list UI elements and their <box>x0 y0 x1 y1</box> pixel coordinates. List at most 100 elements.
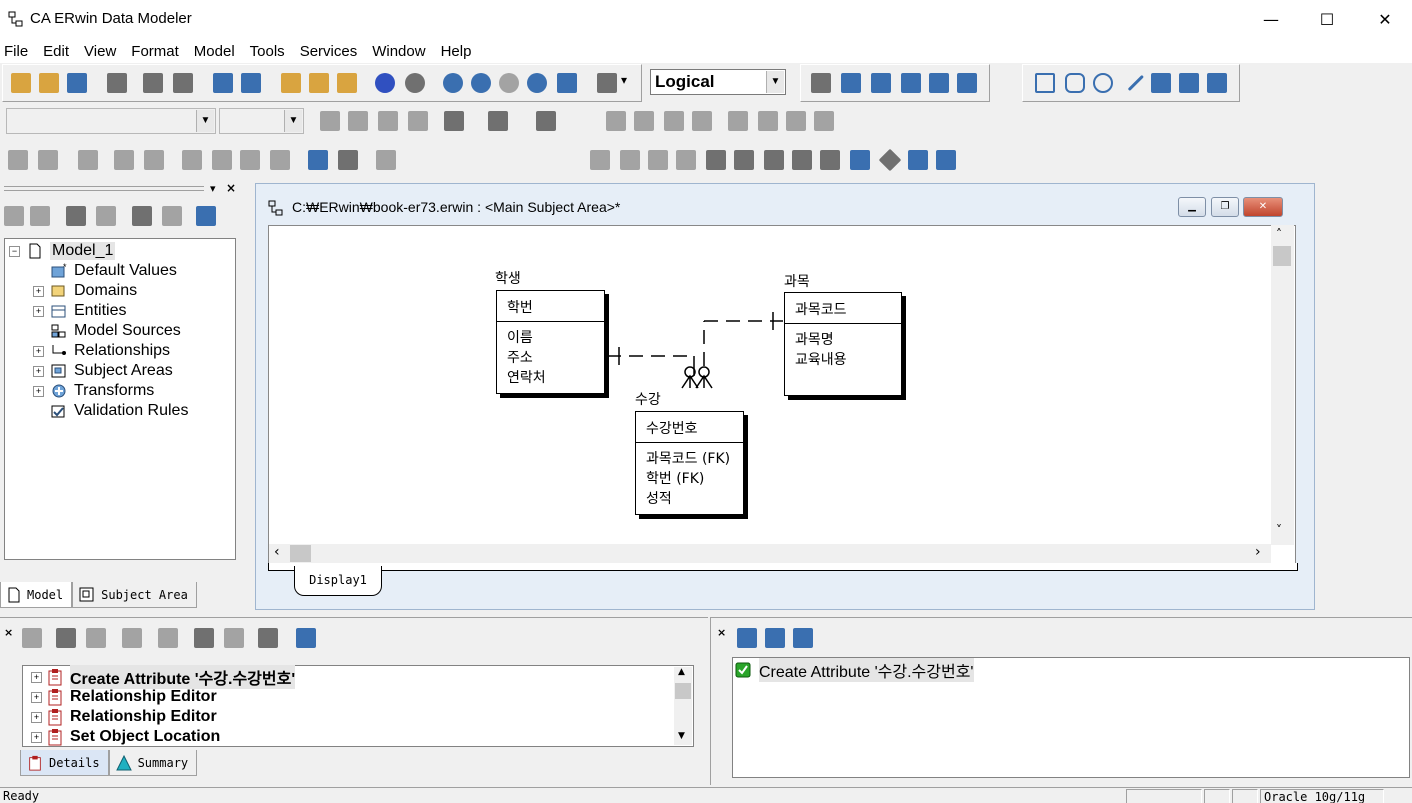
pane-menu-icon[interactable]: ▾ <box>210 182 216 195</box>
action-log-icon[interactable] <box>337 73 357 93</box>
tree-item-domains[interactable]: + Domains <box>33 281 137 301</box>
pane-grip[interactable] <box>4 186 204 191</box>
expand-icon[interactable]: + <box>33 385 44 397</box>
entity-tool-icon[interactable] <box>841 73 861 93</box>
copy-icon[interactable] <box>765 628 785 648</box>
reverse-engineer-icon[interactable] <box>241 73 261 93</box>
clear-log-icon[interactable] <box>258 628 278 648</box>
rows-icon[interactable] <box>734 150 754 170</box>
scroll-down-icon[interactable]: ˅ <box>1276 523 1282 537</box>
menu-tools[interactable]: Tools <box>246 43 293 60</box>
entity-enroll[interactable]: 수강번호 과목코드 (FK) 학번 (FK) 성적 <box>635 411 744 515</box>
expand-icon[interactable]: + <box>31 711 42 723</box>
scroll-up-icon[interactable]: ▲ <box>678 667 685 677</box>
mart-save-icon[interactable] <box>240 150 260 170</box>
model-explorer-icon[interactable] <box>309 73 329 93</box>
model-mart-icon[interactable] <box>182 150 202 170</box>
redo-icon[interactable] <box>405 73 425 93</box>
font-color-icon[interactable] <box>444 111 464 131</box>
align-center-icon[interactable] <box>664 111 684 131</box>
zoom-fit-icon[interactable] <box>527 73 547 93</box>
chevron-down-icon[interactable]: ▼ <box>766 71 784 93</box>
sort-down-icon[interactable] <box>764 150 784 170</box>
forward-engineer-icon[interactable] <box>213 73 233 93</box>
settings-icon[interactable] <box>936 150 956 170</box>
display-level-dropdown-icon[interactable]: ▾ <box>621 73 627 87</box>
diagram-close-button[interactable]: ✕ <box>1243 197 1283 217</box>
align-top-icon[interactable] <box>606 111 626 131</box>
split-icon[interactable] <box>820 150 840 170</box>
many-to-many-relationship-icon[interactable] <box>929 73 949 93</box>
action-log-scrollbar[interactable]: ▲ ▼ <box>674 667 692 745</box>
menu-format[interactable]: Format <box>127 43 187 60</box>
text-tool-icon[interactable] <box>1207 73 1227 93</box>
identifying-relationship-icon[interactable] <box>901 73 921 93</box>
zoom-out-icon[interactable] <box>443 73 463 93</box>
properties-icon[interactable] <box>850 150 870 170</box>
sort-up-icon[interactable] <box>792 150 812 170</box>
find-icon[interactable] <box>132 206 152 226</box>
line-tool-icon[interactable] <box>1127 74 1144 92</box>
tree-item-model-sources[interactable]: Model Sources <box>33 321 181 341</box>
diagram-horizontal-scrollbar[interactable]: ‹ › <box>269 544 1271 563</box>
find-next-icon[interactable] <box>86 628 106 648</box>
find-next-icon[interactable] <box>162 206 182 226</box>
pane-close-icon[interactable]: × <box>717 626 726 639</box>
subtype-tool-icon[interactable] <box>871 73 891 93</box>
reports-icon[interactable] <box>338 150 358 170</box>
font-size-select[interactable]: ▼ <box>219 108 304 134</box>
tree-root[interactable]: − Model_1 <box>9 241 116 261</box>
entity-student[interactable]: 학번 이름 주소 연락처 <box>496 290 605 394</box>
tab-subject-area[interactable]: Subject Area <box>72 582 197 608</box>
scroll-right-icon[interactable]: › <box>1255 544 1261 560</box>
pane-close-icon[interactable]: × <box>226 181 236 195</box>
diagram-vertical-scrollbar[interactable]: ˄ ˅ <box>1271 225 1294 545</box>
italic-icon[interactable] <box>348 111 368 131</box>
lock-icon[interactable] <box>78 150 98 170</box>
entity-course[interactable]: 과목코드 과목명 교육내용 <box>784 292 902 396</box>
logical-physical-select[interactable]: Logical ▼ <box>650 69 786 95</box>
tree-item-relationships[interactable]: + Relationships <box>33 341 170 361</box>
expand-icon[interactable]: + <box>31 731 42 743</box>
display-level-icon[interactable] <box>597 73 617 93</box>
rectangle-tool-icon[interactable] <box>1035 73 1055 93</box>
non-identifying-relationship-icon[interactable] <box>957 73 977 93</box>
send-backward-icon[interactable] <box>814 111 834 131</box>
tree-item-validation-rules[interactable]: Validation Rules <box>33 401 188 421</box>
ellipse-tool-icon[interactable] <box>1093 73 1113 93</box>
expand-icon[interactable]: + <box>33 305 44 317</box>
redo-to-icon[interactable] <box>224 628 244 648</box>
zoom-page-icon[interactable] <box>557 73 577 93</box>
distribute-vertical-icon[interactable] <box>758 111 778 131</box>
filter-icon[interactable] <box>122 628 142 648</box>
tree-item-default-values[interactable]: * Default Values <box>33 261 177 281</box>
details-item[interactable]: Create Attribute '수강.수강번호' <box>735 658 974 682</box>
font-select[interactable]: ▼ <box>6 108 216 134</box>
tab-model[interactable]: Model <box>0 582 73 608</box>
print-icon[interactable] <box>107 73 127 93</box>
find-icon[interactable] <box>143 73 163 93</box>
fill-tool-icon[interactable] <box>1179 73 1199 93</box>
menu-model[interactable]: Model <box>190 43 243 60</box>
collapse-icon[interactable]: − <box>9 245 20 257</box>
list-item[interactable]: + Relationship Editor <box>31 707 217 727</box>
copy-format-icon[interactable] <box>114 150 134 170</box>
zoom-in-icon[interactable] <box>471 73 491 93</box>
undo-to-icon[interactable] <box>194 628 214 648</box>
underline-icon[interactable] <box>378 111 398 131</box>
menu-edit[interactable]: Edit <box>39 43 77 60</box>
tree-layout-icon[interactable] <box>648 150 668 170</box>
line-color-icon[interactable] <box>536 111 556 131</box>
chevron-down-icon[interactable]: ▼ <box>196 110 214 132</box>
columns-icon[interactable] <box>706 150 726 170</box>
maximize-button[interactable]: ☐ <box>1298 0 1356 39</box>
tree-item-transforms[interactable]: + Transforms <box>33 381 154 401</box>
forward-icon[interactable] <box>30 206 50 226</box>
menu-help[interactable]: Help <box>437 43 480 60</box>
list-item[interactable]: + Create Attribute '수강.수강번호' <box>31 665 296 689</box>
diagram-canvas[interactable]: 학생 학번 이름 주소 연락처 과목 과목코드 과목명 교육내용 수강 수강번호… <box>268 225 1296 568</box>
help-book-icon[interactable] <box>196 206 216 226</box>
minimize-button[interactable]: — <box>1242 0 1300 39</box>
menu-view[interactable]: View <box>80 43 124 60</box>
tree-item-subject-areas[interactable]: + Subject Areas <box>33 361 173 381</box>
